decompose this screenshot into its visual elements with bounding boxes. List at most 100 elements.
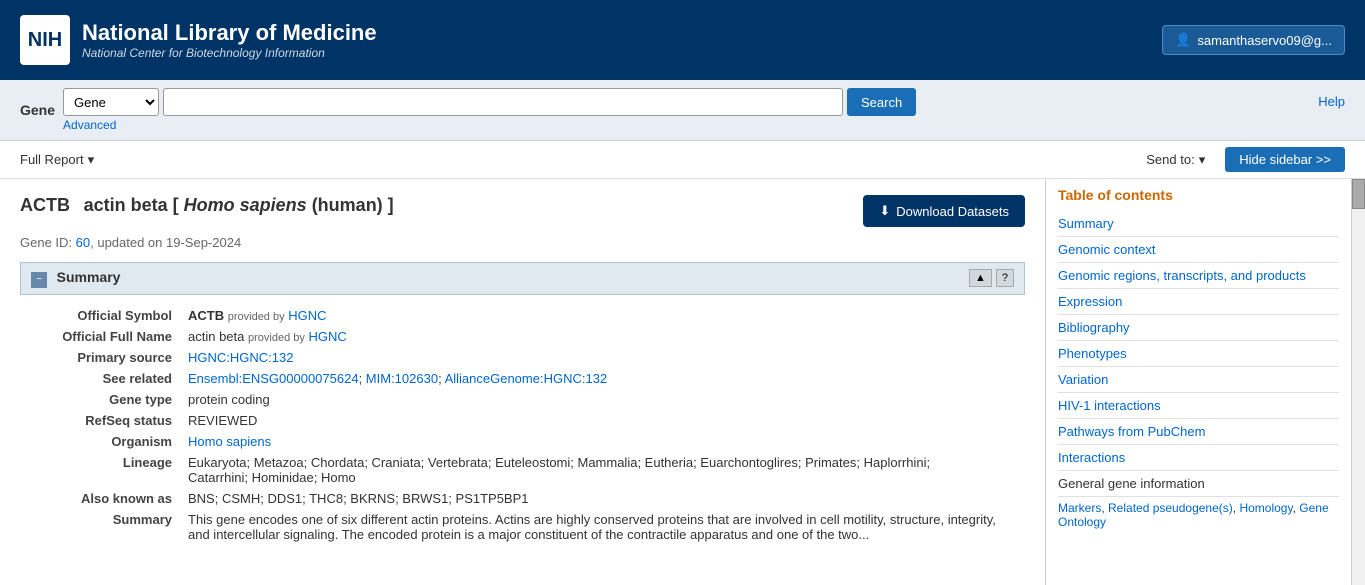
mim-link[interactable]: MIM:102630 [366,371,438,386]
toc-item-bibliography[interactable]: Bibliography [1058,315,1339,341]
table-row: Also known as BNS; CSMH; DDS1; THC8; BKR… [20,488,1025,509]
gene-symbol: ACTB [20,195,70,215]
search-input-group: Gene PubMed Protein Nucleotide Search [63,88,916,116]
content-toolbar: Full Report ▾ Send to: ▾ Hide sidebar >> [0,141,1365,179]
full-report-chevron: ▾ [88,152,95,168]
gene-title-text: ACTB actin beta [ Homo sapiens (human) ] [20,195,394,216]
full-report-button[interactable]: Full Report ▾ [20,152,94,168]
db-label: Gene [20,102,55,118]
row-label: See related [20,368,180,389]
search-input[interactable] [163,88,843,116]
alliance-genome-link[interactable]: AllianceGenome:HGNC:132 [445,371,608,386]
page-header: NIH National Library of Medicine Nationa… [0,0,1365,80]
table-row: See related Ensembl:ENSG00000075624; MIM… [20,368,1025,389]
row-value: HGNC:HGNC:132 [180,347,1025,368]
download-datasets-button[interactable]: ⬇ Download Datasets [863,195,1025,227]
section-move-up-button[interactable]: ▲ [969,269,992,287]
user-account-button[interactable]: 👤 samanthaservo09@g... [1162,25,1345,55]
row-label: Also known as [20,488,180,509]
row-label: Official Symbol [20,305,180,326]
advanced-search-link[interactable]: Advanced [63,118,116,132]
toc-item-genomic-regions[interactable]: Genomic regions, transcripts, and produc… [1058,263,1339,289]
toc-pseudogene-link[interactable]: Related pseudogene(s) [1108,501,1233,515]
header-title-block: National Library of Medicine National Ce… [82,20,377,60]
user-icon: 👤 [1175,32,1191,48]
download-label: Download Datasets [896,204,1009,219]
summary-section-header: − Summary ▲ ? [20,262,1025,295]
toc-sidebar: Table of contents Summary Genomic contex… [1045,179,1365,585]
sidebar-scrollbar-track [1351,179,1365,585]
search-button[interactable]: Search [847,88,916,116]
hgnc-link-symbol[interactable]: HGNC [288,308,326,323]
gene-id-link[interactable]: 60 [76,235,90,250]
organism-link[interactable]: Homo sapiens [188,434,271,449]
main-content: ACTB actin beta [ Homo sapiens (human) ]… [0,179,1365,585]
table-row: Official Full Name actin beta provided b… [20,326,1025,347]
row-label: Gene type [20,389,180,410]
table-row: Primary source HGNC:HGNC:132 [20,347,1025,368]
help-link[interactable]: Help [1318,88,1345,109]
row-value: actin beta provided by HGNC [180,326,1025,347]
send-to-chevron: ▾ [1199,152,1206,168]
summary-table: Official Symbol ACTB provided by HGNC Of… [20,305,1025,545]
row-label: Official Full Name [20,326,180,347]
hgnc-link-name[interactable]: HGNC [309,329,347,344]
row-value: REVIEWED [180,410,1025,431]
user-email: samanthaservo09@g... [1197,33,1332,48]
row-value: Homo sapiens [180,431,1025,452]
row-label: Primary source [20,347,180,368]
summary-title: Summary [57,269,121,285]
site-subtitle: National Center for Biotechnology Inform… [82,46,377,60]
download-icon: ⬇ [879,203,890,219]
table-row: Gene type protein coding [20,389,1025,410]
toc-homology-link[interactable]: Homology [1239,501,1292,515]
table-row: Lineage Eukaryota; Metazoa; Chordata; Cr… [20,452,1025,488]
ensembl-link[interactable]: Ensembl:ENSG00000075624 [188,371,359,386]
send-to-label: Send to: [1146,152,1194,167]
header-actions: 👤 samanthaservo09@g... [1162,25,1345,55]
search-bar: Gene Gene PubMed Protein Nucleotide Sear… [0,80,1365,141]
toc-general-sub: Markers, Related pseudogene(s), Homology… [1058,497,1339,533]
sidebar-scrollbar-thumb[interactable] [1352,179,1365,209]
toc-item-pathways[interactable]: Pathways from PubChem [1058,419,1339,445]
summary-title-group: − Summary [31,269,120,288]
toc-markers-link[interactable]: Markers [1058,501,1101,515]
toc-item-variation[interactable]: Variation [1058,367,1339,393]
toc-item-summary[interactable]: Summary [1058,211,1339,237]
gene-title-row: ACTB actin beta [ Homo sapiens (human) ]… [20,195,1025,227]
hide-sidebar-button[interactable]: Hide sidebar >> [1225,147,1345,172]
row-value: BNS; CSMH; DDS1; THC8; BKRNS; BRWS1; PS1… [180,488,1025,509]
toc-item-phenotypes[interactable]: Phenotypes [1058,341,1339,367]
row-label: Lineage [20,452,180,488]
table-row: Official Symbol ACTB provided by HGNC [20,305,1025,326]
row-value: ACTB provided by HGNC [180,305,1025,326]
toc-item-hiv-interactions[interactable]: HIV-1 interactions [1058,393,1339,419]
database-select[interactable]: Gene PubMed Protein Nucleotide [63,88,159,116]
send-to-button[interactable]: Send to: ▾ [1146,152,1205,168]
gene-full-name: actin beta [ Homo sapiens (human) ] [74,195,394,215]
toc-title: Table of contents [1058,187,1339,203]
nih-logo: NIH [20,15,70,65]
toc-item-interactions[interactable]: Interactions [1058,445,1339,471]
table-row: Organism Homo sapiens [20,431,1025,452]
toc-item-genomic-context[interactable]: Genomic context [1058,237,1339,263]
row-value: protein coding [180,389,1025,410]
row-label: Summary [20,509,180,545]
row-label: Organism [20,431,180,452]
content-area: ACTB actin beta [ Homo sapiens (human) ]… [0,179,1045,585]
section-controls: ▲ ? [969,269,1014,287]
primary-source-link[interactable]: HGNC:HGNC:132 [188,350,293,365]
section-expand-icon[interactable]: − [31,272,47,288]
site-title: National Library of Medicine [82,20,377,46]
row-value: Ensembl:ENSG00000075624; MIM:102630; All… [180,368,1025,389]
row-value: This gene encodes one of six different a… [180,509,1025,545]
gene-updated-date: 19-Sep-2024 [166,235,241,250]
toolbar-right: Send to: ▾ Hide sidebar >> [1146,147,1345,172]
section-help-button[interactable]: ? [996,269,1014,287]
header-branding: NIH National Library of Medicine Nationa… [20,15,377,65]
search-controls-container: Gene PubMed Protein Nucleotide Search Ad… [63,88,916,132]
row-label: RefSeq status [20,410,180,431]
toc-item-general-info: General gene information [1058,471,1339,497]
gene-id-line: Gene ID: 60, updated on 19-Sep-2024 [20,235,1025,250]
toc-item-expression[interactable]: Expression [1058,289,1339,315]
